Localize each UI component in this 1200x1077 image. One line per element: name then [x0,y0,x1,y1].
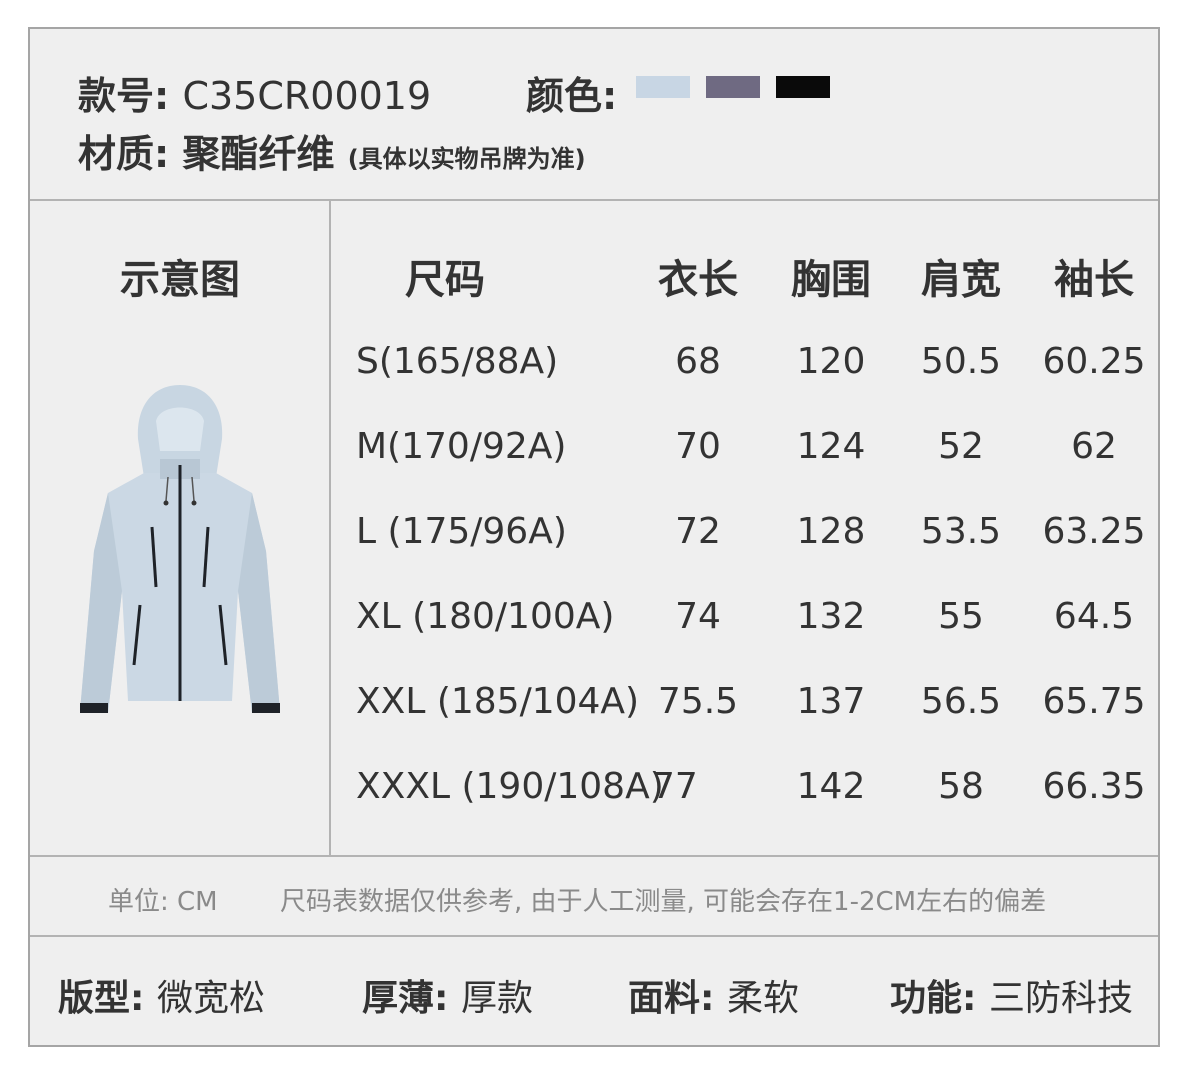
material-note: (具体以实物吊牌为准) [347,145,586,173]
cell-sleeve: 60.25 [1042,341,1146,382]
disclaimer-note: 尺码表数据仅供参考, 由于人工测量, 可能会存在1-2CM左右的偏差 [280,887,1047,917]
cell-length: 70 [675,426,721,467]
cell-shoulder: 56.5 [920,681,1002,722]
col-header-shoulder: 肩宽 [921,257,1001,303]
color-swatch-purple-gray [706,76,760,98]
cell-shoulder: 53.5 [920,511,1002,552]
unit-note: 单位: CM [108,887,218,917]
cell-size: XXL (185/104A) [356,681,640,722]
color-swatch-black [776,76,830,98]
cell-size: S(165/88A) [356,341,559,382]
divider-header [30,199,1158,201]
cell-length: 68 [675,341,721,382]
cell-size: L (175/96A) [356,511,567,552]
attribute-function: 功能: 三防科技 [890,969,1133,1021]
divider-footnote [30,935,1158,937]
attribute-fit-value: 微宽松 [156,978,265,1019]
divider-vertical [329,201,331,857]
style-number-row: 款号: C35CR00019 [78,65,431,120]
cell-sleeve: 66.35 [1042,766,1146,807]
cell-chest: 120 [796,341,866,382]
cell-sleeve: 62 [1071,426,1117,467]
style-number-value: C35CR00019 [182,74,432,118]
cell-shoulder: 58 [938,766,984,807]
attribute-fit-label: 版型: [58,978,145,1019]
cell-length: 77 [652,766,698,807]
cell-size: XXXL (190/108A) [356,766,664,807]
color-label: 颜色: [526,74,618,118]
style-number-label: 款号: [78,74,170,118]
cell-chest: 137 [796,681,866,722]
material-row: 材质: 聚酯纤维 (具体以实物吊牌为准) [78,123,586,178]
cell-size: XL (180/100A) [356,596,615,637]
attribute-thickness: 厚薄: 厚款 [362,969,533,1021]
cell-chest: 124 [796,426,866,467]
col-header-sleeve: 袖长 [1054,257,1134,303]
attribute-fabric-value: 柔软 [726,978,799,1019]
cell-shoulder: 50.5 [920,341,1002,382]
divider-table-bottom [30,855,1158,857]
attribute-thickness-value: 厚款 [460,978,533,1019]
attribute-fabric: 面料: 柔软 [628,969,799,1021]
cell-length: 72 [675,511,721,552]
cell-sleeve: 63.25 [1042,511,1146,552]
cell-chest: 132 [796,596,866,637]
cell-size: M(170/92A) [356,426,567,467]
cell-chest: 128 [796,511,866,552]
cell-shoulder: 55 [938,596,984,637]
attribute-fit: 版型: 微宽松 [58,969,265,1021]
attribute-function-value: 三防科技 [988,978,1133,1019]
diagram-label: 示意图 [120,257,240,303]
attribute-thickness-label: 厚薄: [362,978,449,1019]
cell-length: 75.5 [657,681,739,722]
material-value: 聚酯纤维 [182,132,335,176]
col-header-size: 尺码 [405,257,485,303]
jacket-illustration [80,385,280,713]
material-label: 材质: [78,132,170,176]
cell-length: 74 [675,596,721,637]
size-chart-card: 款号: C35CR00019 颜色: 材质: 聚酯纤维 (具体以实物吊牌为准) … [28,27,1160,1047]
cell-shoulder: 52 [938,426,984,467]
attribute-function-label: 功能: [890,978,977,1019]
attribute-fabric-label: 面料: [628,978,715,1019]
col-header-chest: 胸围 [791,257,871,303]
color-swatch-light-blue [636,76,690,98]
cell-sleeve: 64.5 [1053,596,1135,637]
cell-chest: 142 [796,766,866,807]
col-header-length: 衣长 [658,257,738,303]
cell-sleeve: 65.75 [1042,681,1146,722]
